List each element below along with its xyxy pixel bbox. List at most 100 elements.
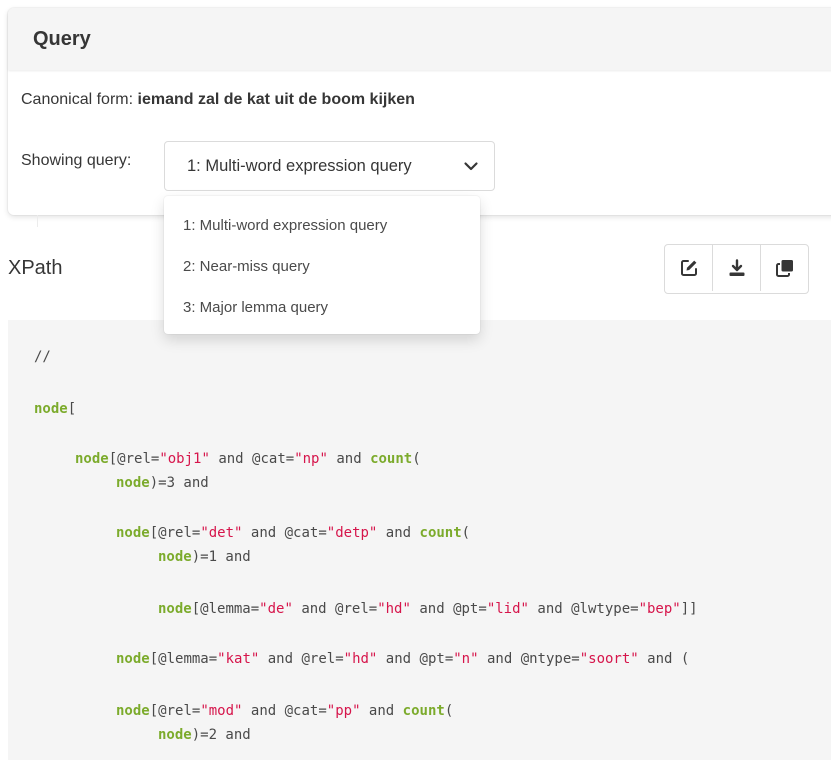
code-text: and [360, 703, 403, 719]
code-string: "de" [259, 601, 293, 617]
code-text: [ [149, 703, 159, 719]
code-line: node[@rel="det" and @cat="detp" and coun… [116, 524, 470, 542]
code-text: = [571, 651, 580, 667]
code-text: = [630, 601, 639, 617]
copy-icon [775, 260, 793, 277]
code-line: node)=3 and [116, 474, 209, 492]
code-text: and [209, 451, 253, 467]
code-text: = [250, 601, 260, 617]
code-attribute: @rel [158, 703, 192, 719]
code-text: [ [191, 601, 201, 617]
dropdown-item-near-miss[interactable]: 2: Near-miss query [183, 258, 310, 275]
query-select-value: 1: Multi-word expression query [187, 156, 412, 175]
code-text: and [242, 525, 285, 541]
code-text: = [368, 601, 378, 617]
code-attribute: @cat [252, 451, 286, 467]
code-text: and [528, 601, 572, 617]
code-string: "n" [453, 651, 479, 667]
code-text: = [208, 651, 218, 667]
canonical-form: Canonical form: iemand zal de kat uit de… [21, 91, 415, 109]
code-keyword: node [158, 727, 192, 743]
download-button[interactable] [713, 245, 761, 291]
code-attribute: @pt [419, 651, 445, 667]
code-text: and [377, 651, 420, 667]
code-string: "hd" [377, 601, 411, 617]
code-text: [ [149, 651, 159, 667]
code-attribute: @cat [284, 525, 319, 541]
edit-icon [680, 260, 697, 276]
chevron-down-icon [464, 162, 478, 171]
dropdown-item-major-lemma[interactable]: 3: Major lemma query [183, 299, 328, 316]
copy-button[interactable] [761, 245, 808, 291]
code-line: node[ [34, 400, 76, 418]
code-text: and [377, 525, 420, 541]
code-text: ]] [680, 601, 698, 617]
canonical-form-label: Canonical form: [21, 91, 138, 108]
code-text: [ [149, 525, 159, 541]
code-line: node[@rel="obj1" and @cat="np" and count… [75, 450, 421, 468]
code-attribute: @lemma [200, 601, 251, 617]
code-line: node[@lemma="kat" and @rel="hd" and @pt=… [116, 650, 689, 668]
code-string: "kat" [217, 651, 260, 667]
code-text: = [318, 525, 327, 541]
code-text: = [318, 703, 327, 719]
dropdown-item-multi-word[interactable]: 1: Multi-word expression query [183, 217, 387, 234]
code-string: "obj1" [159, 451, 210, 467]
code-text: = [478, 601, 487, 617]
code-keyword: node [158, 601, 192, 617]
code-keyword: count [370, 451, 413, 467]
code-string: "detp" [326, 525, 378, 541]
edit-button[interactable] [665, 245, 713, 291]
code-attribute: @lwtype [571, 601, 631, 617]
code-attribute: @rel [335, 601, 369, 617]
code-attribute: @rel [158, 525, 192, 541]
query-dropdown-menu: 1: Multi-word expression query 2: Near-m… [164, 196, 480, 334]
query-select[interactable]: 1: Multi-word expression query [164, 141, 495, 191]
code-text: and [478, 651, 521, 667]
code-attribute: @rel [117, 451, 151, 467]
code-line: node)=1 and [158, 548, 251, 566]
code-keyword: node [34, 401, 68, 417]
code-string: "np" [294, 451, 328, 467]
code-text: ( [444, 703, 454, 719]
code-text: = [285, 451, 295, 467]
code-line: // [34, 348, 51, 366]
code-keyword: count [419, 525, 462, 541]
canonical-form-value: iemand zal de kat uit de boom kijken [137, 91, 415, 108]
code-keyword: node [116, 651, 150, 667]
code-text: [ [108, 451, 118, 467]
query-card-header: Query [8, 8, 831, 70]
code-attribute: @cat [284, 703, 319, 719]
code-text: and [242, 703, 285, 719]
code-string: "mod" [200, 703, 243, 719]
code-keyword: count [402, 703, 445, 719]
code-text: and [327, 451, 371, 467]
code-line: node[@rel="mod" and @cat="pp" and count( [116, 702, 453, 720]
query-card: Query Canonical form: iemand zal de kat … [8, 8, 831, 215]
code-keyword: node [116, 703, 150, 719]
xpath-code-block: // node[ node[@rel="obj1" and @cat="np" … [8, 320, 831, 760]
code-string: "hd" [343, 651, 378, 667]
xpath-toolbar [664, 244, 809, 294]
code-text: and [292, 601, 336, 617]
code-text: [ [67, 401, 77, 417]
code-keyword: node [116, 525, 150, 541]
code-text: ( [461, 525, 471, 541]
code-text: and ( [638, 651, 690, 667]
code-text: ( [412, 451, 421, 467]
code-text: // [34, 349, 51, 365]
code-keyword: node [158, 549, 192, 565]
code-string: "det" [200, 525, 243, 541]
code-string: "bep" [638, 601, 681, 617]
download-icon [729, 259, 744, 276]
query-card-title: Query [33, 27, 91, 50]
code-attribute: @rel [301, 651, 336, 667]
code-string: "lid" [486, 601, 529, 617]
code-keyword: node [116, 475, 150, 491]
code-attribute: @ntype [520, 651, 572, 667]
code-text: = [444, 651, 454, 667]
code-text: and [410, 601, 454, 617]
divider [37, 215, 38, 227]
code-attribute: @pt [453, 601, 479, 617]
code-line: node)=2 and [158, 726, 251, 744]
